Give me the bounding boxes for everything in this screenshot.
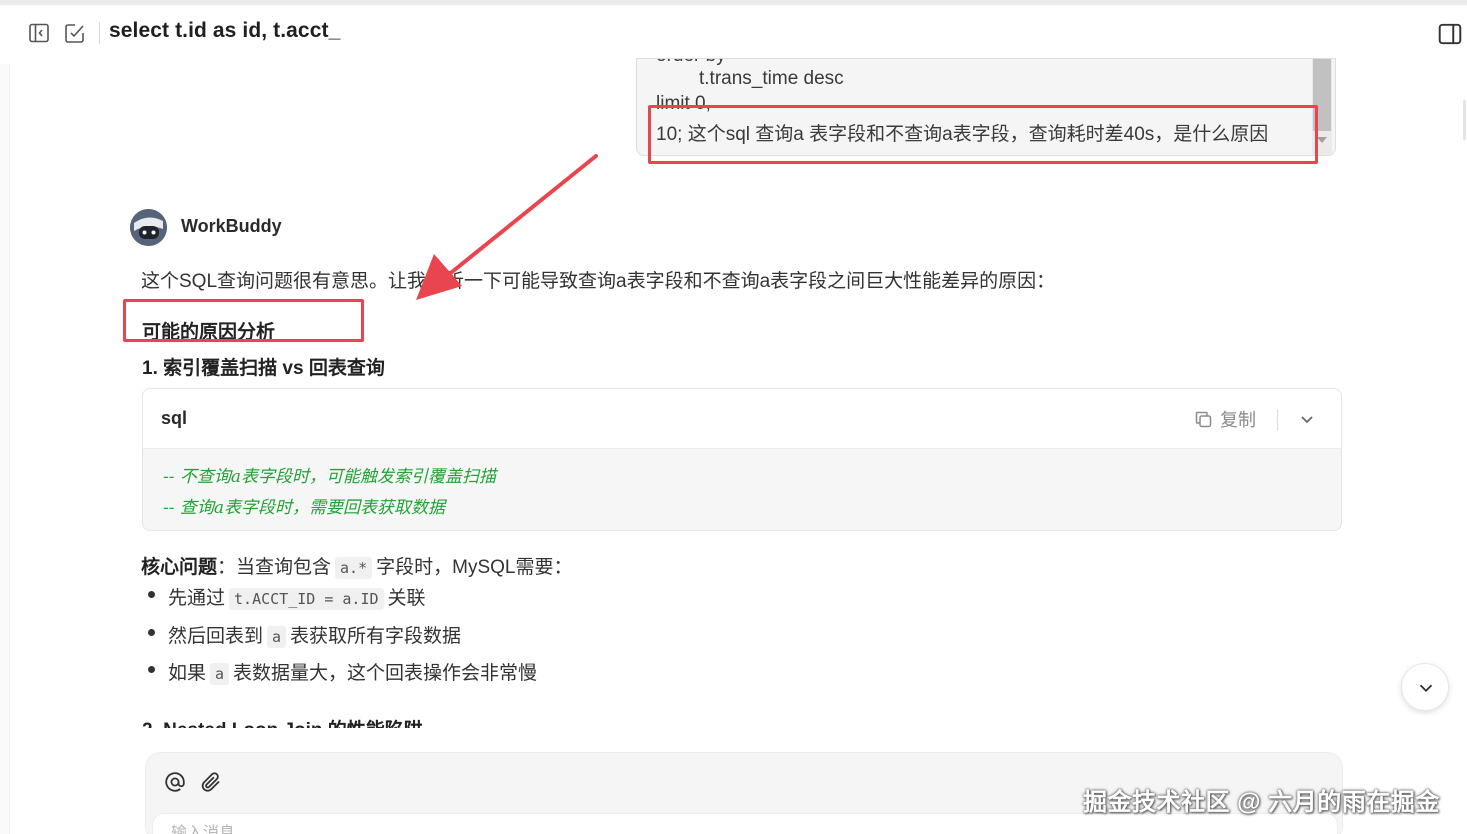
list-item-text: 如果 [168, 663, 207, 684]
header-divider [99, 22, 100, 44]
mention-icon[interactable] [163, 770, 187, 794]
code-block: sql 复制 -- 不查询a表字段时，可能触发索引覆盖扫描 -- 查询a表字段时… [142, 388, 1342, 531]
split-view-icon[interactable] [1437, 21, 1463, 47]
list-item: 然后回表到 a 表获取所有字段数据 [168, 621, 461, 648]
section-heading-1: 1. 索引覆盖扫描 vs 回表查询 [142, 358, 385, 379]
code-line: -- 不查询a表字段时，可能触发索引覆盖扫描 [163, 467, 497, 487]
window-top-edge [0, 0, 1467, 5]
list-item-text: 关联 [387, 588, 426, 609]
scroll-arrow-icon[interactable] [1317, 137, 1327, 143]
user-message-line: order by [656, 59, 726, 67]
bullet-dot [148, 629, 155, 636]
core-issue: 核心问题：当查询包含 a.* 字段时，MySQL需要： [141, 552, 572, 579]
assistant-avatar [130, 209, 167, 246]
left-panel-edge [0, 64, 10, 834]
attachment-icon[interactable] [199, 770, 223, 794]
code-line: -- 查询a表字段时，需要回表获取数据 [163, 498, 446, 518]
section-heading-2-clip: 2. Nested Loop Join 的性能陷阱 [140, 712, 540, 728]
inline-code: a.* [335, 557, 373, 579]
sidebar-toggle-icon[interactable] [27, 21, 51, 45]
core-issue-text: ：当查询包含 [217, 557, 332, 578]
inline-code: a [267, 626, 287, 648]
conversation-title: select t.id as id, t.acct_ [109, 19, 341, 42]
code-language-label: sql [161, 408, 188, 428]
user-message-line: t.trans_time desc [699, 68, 844, 89]
page-scrollbar[interactable] [1457, 100, 1467, 140]
list-item-text: 表获取所有字段数据 [290, 626, 462, 647]
inline-code: a [210, 663, 230, 685]
bullet-dot [148, 666, 155, 673]
list-item-text: 表数据量大，这个回表操作会非常慢 [233, 663, 538, 684]
annotation-box [648, 105, 1318, 164]
copy-icon [1195, 411, 1212, 427]
code-header-divider [1277, 409, 1278, 431]
top-bar: select t.id as id, t.acct_ [0, 0, 1467, 64]
section-heading-2: 2. Nested Loop Join 的性能陷阱 [142, 715, 423, 728]
code-block-header: sql 复制 [143, 389, 1341, 449]
list-item-text: 然后回表到 [168, 626, 264, 647]
new-chat-icon[interactable] [63, 21, 87, 45]
chevron-down-icon [1419, 684, 1433, 693]
list-item-text: 先通过 [168, 588, 226, 609]
chevron-down-icon[interactable] [1295, 407, 1319, 431]
inline-code: t.ACCT_ID = a.ID [229, 588, 384, 610]
scroll-to-bottom-button[interactable] [1401, 663, 1449, 711]
annotation-arrow-icon [416, 154, 598, 300]
copy-label: 复制 [1220, 410, 1256, 430]
core-issue-text: 字段时，MySQL需要： [376, 557, 573, 578]
assistant-name: WorkBuddy [181, 216, 282, 236]
annotation-box [123, 299, 364, 342]
bullet-dot [148, 591, 155, 598]
watermark: 掘金技术社区 @ 六月的雨在掘金 [1083, 789, 1440, 816]
list-item: 先通过 t.ACCT_ID = a.ID 关联 [168, 583, 426, 610]
core-issue-label: 核心问题 [141, 557, 218, 578]
copy-button[interactable]: 复制 [1193, 407, 1256, 431]
list-item: 如果 a 表数据量大，这个回表操作会非常慢 [168, 658, 537, 685]
